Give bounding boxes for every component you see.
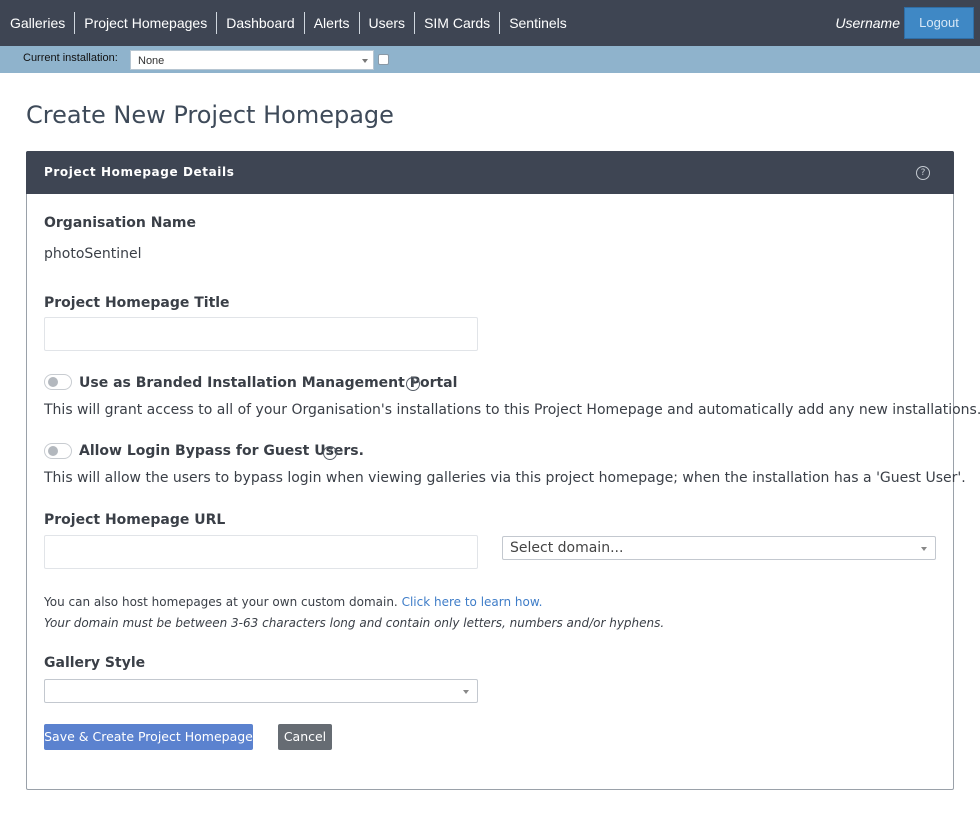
top-navigation-bar: Galleries Project Homepages Dashboard Al… (0, 0, 980, 46)
branded-portal-toggle[interactable] (44, 374, 72, 390)
installation-label: Current installation: (23, 52, 118, 64)
gallery-style-select[interactable] (44, 679, 478, 703)
installation-select-value: None (138, 55, 165, 67)
branded-portal-description: This will grant access to all of your Or… (44, 402, 980, 418)
domain-select-value: Select domain... (510, 540, 624, 556)
custom-domain-link[interactable]: Click here to learn how. (402, 595, 543, 609)
panel-header: Project Homepage Details ? (26, 151, 954, 194)
chevron-down-icon (921, 547, 927, 551)
nav-link-sentinels[interactable]: Sentinels (499, 12, 576, 34)
page-title: Create New Project Homepage (26, 101, 394, 129)
help-icon[interactable]: ? (323, 446, 337, 460)
custom-domain-note: You can also host homepages at your own … (44, 595, 542, 609)
organisation-name-value: photoSentinel (44, 246, 142, 262)
domain-rule-note: Your domain must be between 3-63 charact… (44, 616, 665, 630)
domain-select[interactable]: Select domain... (502, 536, 936, 560)
branded-portal-label: Use as Branded Installation Management P… (79, 375, 458, 391)
installation-select[interactable]: None (130, 50, 374, 70)
homepage-url-input[interactable] (44, 535, 478, 569)
cancel-button[interactable]: Cancel (278, 724, 332, 750)
nav-link-galleries[interactable]: Galleries (0, 12, 74, 34)
toggle-knob (48, 446, 58, 456)
login-bypass-toggle[interactable] (44, 443, 72, 459)
gallery-style-label: Gallery Style (44, 655, 146, 671)
chevron-down-icon (463, 690, 469, 694)
installation-bar: Current installation: None (0, 46, 980, 73)
nav-link-alerts[interactable]: Alerts (303, 12, 359, 34)
homepage-title-label: Project Homepage Title (44, 295, 230, 311)
save-create-button[interactable]: Save & Create Project Homepage (44, 724, 253, 750)
homepage-title-input[interactable] (44, 317, 478, 351)
nav-link-project-homepages[interactable]: Project Homepages (74, 12, 216, 34)
organisation-name-label: Organisation Name (44, 215, 197, 231)
installation-checkbox[interactable] (378, 54, 389, 65)
nav-links: Galleries Project Homepages Dashboard Al… (0, 0, 576, 46)
logout-button[interactable]: Logout (904, 7, 974, 39)
custom-domain-text: You can also host homepages at your own … (44, 595, 398, 609)
nav-link-users[interactable]: Users (358, 12, 415, 34)
help-icon[interactable]: ? (916, 166, 930, 180)
homepage-url-label: Project Homepage URL (44, 512, 226, 528)
login-bypass-description: This will allow the users to bypass logi… (44, 470, 966, 486)
toggle-knob (48, 377, 58, 387)
details-panel: Project Homepage Details ? Organisation … (26, 151, 980, 790)
panel-title: Project Homepage Details (44, 165, 235, 179)
chevron-down-icon (362, 59, 368, 63)
help-icon[interactable]: ? (406, 377, 420, 391)
username-label: Username (835, 15, 900, 31)
nav-link-sim-cards[interactable]: SIM Cards (414, 12, 499, 34)
nav-link-dashboard[interactable]: Dashboard (216, 12, 304, 34)
login-bypass-label: Allow Login Bypass for Guest Users. (79, 443, 364, 459)
